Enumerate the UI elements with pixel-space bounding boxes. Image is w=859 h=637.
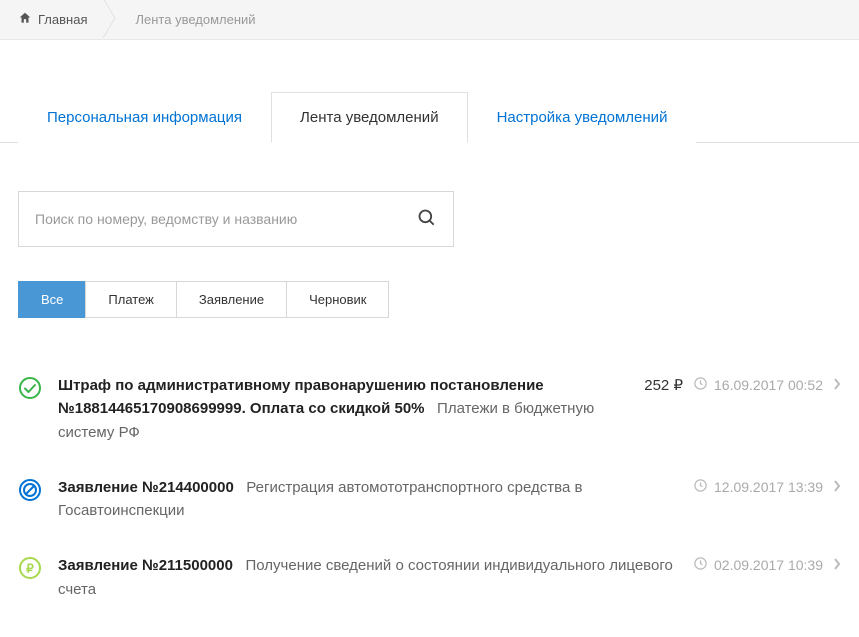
tabs: Персональная информация Лента уведомлени… bbox=[0, 92, 859, 143]
denied-circle-icon bbox=[18, 478, 42, 502]
home-icon bbox=[18, 11, 32, 28]
item-body: Заявление №211500000 Получение сведений … bbox=[58, 554, 677, 601]
notification-list: Штраф по административному правонарушени… bbox=[0, 318, 859, 637]
item-body: Заявление №214400000 Регистрация автомот… bbox=[58, 476, 677, 523]
breadcrumb-separator-icon bbox=[103, 0, 119, 41]
item-title: Заявление №214400000 bbox=[58, 479, 234, 496]
tab-notification-feed[interactable]: Лента уведомлений bbox=[271, 92, 468, 143]
breadcrumb: Главная Лента уведомлений bbox=[0, 0, 859, 40]
tab-notification-settings[interactable]: Настройка уведомлений bbox=[468, 92, 697, 143]
filter-draft[interactable]: Черновик bbox=[286, 281, 389, 318]
clock-icon bbox=[693, 556, 708, 574]
item-date: 16.09.2017 00:52 bbox=[693, 376, 823, 394]
item-meta: 02.09.2017 10:39 bbox=[693, 556, 841, 574]
breadcrumb-current: Лента уведомлений bbox=[123, 12, 255, 27]
search-box bbox=[18, 191, 454, 247]
item-body: Штраф по административному правонарушени… bbox=[58, 374, 628, 444]
svg-text:₽: ₽ bbox=[26, 562, 34, 576]
clock-icon bbox=[693, 478, 708, 496]
list-item[interactable]: Штраф по административному правонарушени… bbox=[18, 358, 841, 460]
list-item[interactable]: Заявление №214400000 Регистрация автомот… bbox=[18, 460, 841, 539]
item-amount: 252 ₽ bbox=[644, 376, 683, 394]
list-item[interactable]: ₽ Заявление №211500000 Получение сведени… bbox=[18, 538, 841, 617]
check-circle-icon bbox=[18, 376, 42, 400]
chevron-right-icon bbox=[833, 479, 841, 495]
item-meta: 252 ₽ 16.09.2017 00:52 bbox=[644, 376, 841, 394]
breadcrumb-home-label: Главная bbox=[38, 12, 87, 27]
filter-application[interactable]: Заявление bbox=[176, 281, 287, 318]
filter-group: Все Платеж Заявление Черновик bbox=[18, 281, 841, 318]
tab-personal-info[interactable]: Персональная информация bbox=[18, 92, 271, 143]
item-title: Заявление №211500000 bbox=[58, 557, 233, 574]
breadcrumb-home[interactable]: Главная bbox=[18, 11, 103, 28]
chevron-right-icon bbox=[833, 557, 841, 573]
item-date: 12.09.2017 13:39 bbox=[693, 478, 823, 496]
item-meta: 12.09.2017 13:39 bbox=[693, 478, 841, 496]
clock-icon bbox=[693, 376, 708, 394]
ruble-circle-icon: ₽ bbox=[18, 556, 42, 580]
filter-payment[interactable]: Платеж bbox=[85, 281, 176, 318]
search-icon[interactable] bbox=[417, 208, 437, 231]
search-input[interactable] bbox=[35, 211, 417, 227]
filter-all[interactable]: Все bbox=[18, 281, 86, 318]
item-date: 02.09.2017 10:39 bbox=[693, 556, 823, 574]
chevron-right-icon bbox=[833, 377, 841, 393]
